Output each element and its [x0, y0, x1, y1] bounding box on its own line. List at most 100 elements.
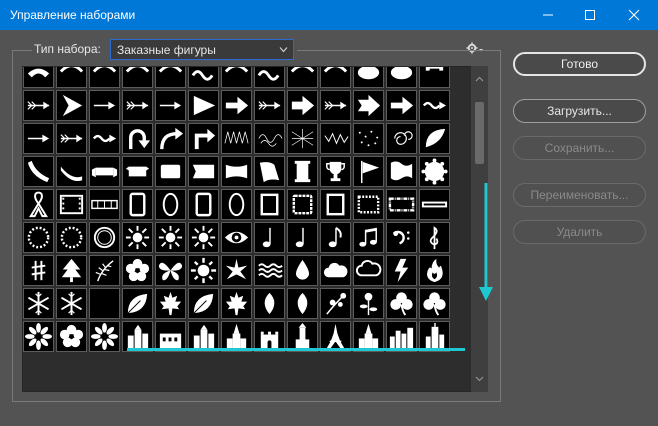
- shape-preset-film-frame[interactable]: [56, 189, 87, 220]
- rename-button[interactable]: Переименовать...: [513, 183, 646, 207]
- shape-preset-feather-arrow[interactable]: [254, 90, 285, 121]
- shape-preset-thin-arrow[interactable]: [23, 123, 54, 154]
- shape-preset-rect-frame[interactable]: [254, 189, 285, 220]
- shape-preset-flower[interactable]: [122, 255, 153, 286]
- shape-preset-sun[interactable]: [188, 255, 219, 286]
- shape-preset-curved-arrow[interactable]: [155, 123, 186, 154]
- shape-preset-thin-arrow[interactable]: [155, 90, 186, 121]
- shape-preset-raindrop[interactable]: [287, 255, 318, 286]
- shape-preset-notched-arrow[interactable]: [353, 90, 384, 121]
- shape-preset-treble-clef[interactable]: [419, 222, 450, 253]
- shape-preset-beamed-notes[interactable]: [353, 222, 384, 253]
- shape-preset-fern[interactable]: [89, 255, 120, 286]
- shape-preset-speech-cloud[interactable]: [353, 255, 384, 286]
- shape-preset-wreath-frame[interactable]: [56, 222, 87, 253]
- shape-preset-wave-flag[interactable]: [386, 156, 417, 187]
- shape-preset-corner-arrow[interactable]: [188, 123, 219, 154]
- shape-preset-leaf-bulb[interactable]: [287, 288, 318, 319]
- shape-preset-sun-burst[interactable]: [188, 222, 219, 253]
- shape-preset-clover[interactable]: [386, 288, 417, 319]
- scroll-thumb[interactable]: [475, 102, 484, 164]
- shape-preset-ornate-frame[interactable]: [188, 189, 219, 220]
- shape-preset-bow-banner[interactable]: [221, 156, 252, 187]
- shape-preset-scalloped-frame[interactable]: [287, 189, 318, 220]
- shape-preset-feather-arrow[interactable]: [56, 123, 87, 154]
- shape-preset-cloud[interactable]: [320, 255, 351, 286]
- shape-preset-arc-arrow[interactable]: [89, 67, 120, 88]
- shape-preset-wreath-frame[interactable]: [23, 222, 54, 253]
- shape-preset-sharp-sign[interactable]: [23, 255, 54, 286]
- delete-button[interactable]: Удалить: [513, 220, 646, 244]
- shape-preset-leaf[interactable]: [122, 288, 153, 319]
- shape-preset-rect-banner[interactable]: [188, 156, 219, 187]
- shape-preset-rect-frame[interactable]: [320, 189, 351, 220]
- shape-preset-awareness-ribbon[interactable]: [23, 189, 54, 220]
- shape-preset-wavy-arrow[interactable]: [89, 123, 120, 154]
- shape-preset-thin-arrow[interactable]: [89, 90, 120, 121]
- shape-preset-ornate-frame[interactable]: [122, 189, 153, 220]
- shape-preset-ribbon-banner[interactable]: [89, 156, 120, 187]
- shape-preset-fire[interactable]: [419, 255, 450, 286]
- shape-preset-daisy[interactable]: [23, 321, 54, 352]
- minimize-button[interactable]: [526, 0, 570, 30]
- shape-preset-pennant[interactable]: [353, 156, 384, 187]
- shape-preset-chevron-arrow[interactable]: [56, 90, 87, 121]
- close-button[interactable]: [612, 0, 656, 30]
- shape-preset-crescent-moon[interactable]: [89, 288, 120, 319]
- shape-preset-scribble-texture[interactable]: [320, 123, 351, 154]
- shape-preset-bass-clef[interactable]: [386, 222, 417, 253]
- shape-preset-stamp-frame[interactable]: [353, 189, 384, 220]
- shape-preset-squiggle-arrow[interactable]: [254, 67, 285, 88]
- scroll-down-icon[interactable]: [475, 376, 484, 382]
- shape-preset-sun-burst[interactable]: [122, 222, 153, 253]
- shape-preset-arc-arrow[interactable]: [155, 67, 186, 88]
- shape-preset-butterfly[interactable]: [155, 255, 186, 286]
- shape-preset-banner[interactable]: [122, 156, 153, 187]
- shape-preset-waves[interactable]: [254, 255, 285, 286]
- shape-preset-dots-texture[interactable]: [353, 123, 384, 154]
- shape-preset-feather-arrow[interactable]: [320, 90, 351, 121]
- scroll-up-icon[interactable]: [475, 76, 484, 82]
- shape-preset-scroll[interactable]: [287, 156, 318, 187]
- shape-preset-maple-leaf[interactable]: [155, 288, 186, 319]
- shape-preset-arc-arrow[interactable]: [56, 67, 87, 88]
- maximize-button[interactable]: [568, 0, 612, 30]
- shape-preset-flower-branch[interactable]: [320, 288, 351, 319]
- shape-preset-snowflake[interactable]: [23, 288, 54, 319]
- load-button[interactable]: Загрузить...: [513, 99, 646, 123]
- shape-preset-wavy-arrow[interactable]: [419, 90, 450, 121]
- shape-preset-curve-arrow[interactable]: [23, 67, 54, 88]
- shape-preset-scroll-banner[interactable]: [56, 156, 87, 187]
- done-button[interactable]: Готово: [513, 52, 646, 76]
- shape-preset-lightning[interactable]: [386, 255, 417, 286]
- shape-preset-block-arrow[interactable]: [287, 90, 318, 121]
- shape-preset-clover[interactable]: [419, 288, 450, 319]
- shape-preset-leaf-banner[interactable]: [419, 123, 450, 154]
- shape-preset-quarter-note[interactable]: [287, 222, 318, 253]
- shape-preset-grass-texture[interactable]: [221, 123, 252, 154]
- shape-preset-seal[interactable]: [419, 156, 450, 187]
- shape-preset-snowflake[interactable]: [56, 288, 87, 319]
- shape-preset-bold-arrow[interactable]: [221, 90, 252, 121]
- shape-preset-sun-burst[interactable]: [155, 222, 186, 253]
- shape-preset-arc-arrow[interactable]: [287, 67, 318, 88]
- shape-preset-bold-arrow[interactable]: [386, 90, 417, 121]
- shape-preset-oval-frame[interactable]: [155, 189, 186, 220]
- shape-preset-flower-sprig[interactable]: [353, 288, 384, 319]
- shape-preset-circle-frame[interactable]: [89, 222, 120, 253]
- shape-preset-squiggle-arrow[interactable]: [188, 67, 219, 88]
- shape-preset-leaf-bulb[interactable]: [254, 288, 285, 319]
- shape-preset-oval-frame[interactable]: [221, 189, 252, 220]
- shape-preset-tree[interactable]: [56, 255, 87, 286]
- shape-preset-bracket[interactable]: [419, 67, 450, 88]
- shape-preset-triangle-arrow[interactable]: [188, 90, 219, 121]
- shape-preset-maple-leaf[interactable]: [221, 288, 252, 319]
- shape-preset-eighth-note[interactable]: [320, 222, 351, 253]
- shape-preset-quarter-note[interactable]: [254, 222, 285, 253]
- shape-preset-feather-arrow[interactable]: [23, 90, 54, 121]
- preset-type-select[interactable]: Заказные фигуры: [110, 39, 294, 60]
- shape-preset-flourish-texture[interactable]: [254, 123, 285, 154]
- shape-preset-trophy[interactable]: [320, 156, 351, 187]
- shape-preset-grunge-frame[interactable]: [386, 189, 417, 220]
- shape-preset-u-turn-arrow[interactable]: [122, 123, 153, 154]
